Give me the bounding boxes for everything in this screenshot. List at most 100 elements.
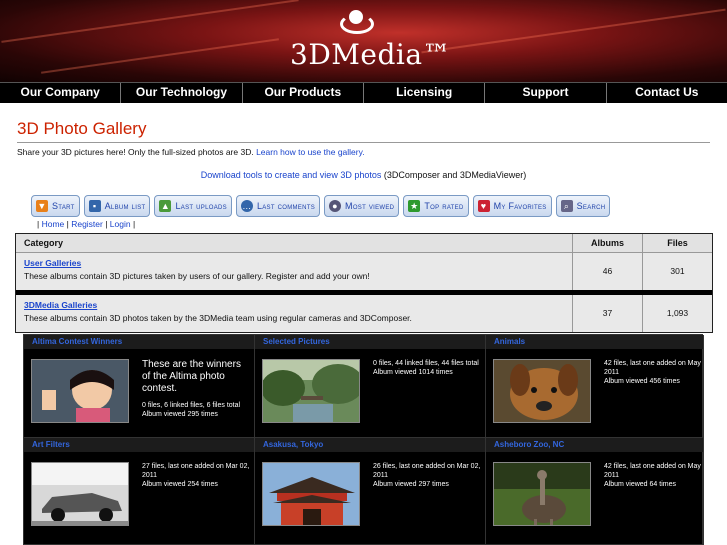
logo-text: 3DMedia™ xyxy=(290,38,452,71)
album-card: Asakusa, Tokyo 26 files, last one added … xyxy=(255,438,486,545)
album-thumbnail[interactable] xyxy=(31,359,129,423)
album-grid: Altima Contest Winners These are the win… xyxy=(23,334,704,545)
logo[interactable]: 3DMedia™ xyxy=(290,8,452,72)
register-link[interactable]: Register xyxy=(71,219,103,229)
header-banner: 3DMedia™ xyxy=(0,0,727,82)
album-views: Album viewed 456 times xyxy=(604,378,680,385)
category-files-count: 1,093 xyxy=(642,295,712,332)
search-button[interactable]: ⌕ Search xyxy=(555,195,611,217)
album-description: These are the winners of the Altima phot… xyxy=(142,359,241,394)
album-info: 42 files, last one added on May 02, 2011… xyxy=(604,462,703,489)
header-category: Category xyxy=(24,238,64,248)
album-thumbnail[interactable] xyxy=(493,359,591,423)
comment-icon: … xyxy=(240,200,253,212)
downloads-line: Download tools to create and view 3D pho… xyxy=(0,170,727,180)
category-link-3dmedia-galleries[interactable]: 3DMedia Galleries xyxy=(24,300,572,310)
category-description: These albums contain 3D pictures taken b… xyxy=(24,271,370,281)
my-favorites-button-label: My Favorites xyxy=(493,201,547,211)
album-info: 42 files, last one added on May 02, 2011… xyxy=(604,359,704,386)
album-stats: 26 files, last one added on Mar 02, 2011 xyxy=(373,463,481,479)
my-favorites-button[interactable]: ♥ My Favorites xyxy=(472,195,552,217)
album-info: 26 files, last one added on Mar 02, 2011… xyxy=(373,462,483,489)
category-link-user-galleries[interactable]: User Galleries xyxy=(24,258,572,268)
download-suffix: (3DComposer and 3DMediaViewer) xyxy=(381,170,527,180)
album-card: Selected Pictures 0 files, 44 linked fil… xyxy=(255,335,486,438)
star-icon: ★ xyxy=(408,200,421,212)
album-title-link[interactable]: Asheboro Zoo, NC xyxy=(486,438,703,452)
album-thumbnail[interactable] xyxy=(262,462,360,526)
last-uploads-button-label: Last uploads xyxy=(175,201,227,211)
most-viewed-button-label: Most viewed xyxy=(345,201,395,211)
album-views: Album viewed 254 times xyxy=(142,481,218,488)
album-list-button-label: Album list xyxy=(104,201,146,211)
album-title-link[interactable]: Selected Pictures xyxy=(255,335,485,349)
album-title-link[interactable]: Animals xyxy=(486,335,703,349)
category-files-count: 301 xyxy=(642,253,712,290)
login-link[interactable]: Login xyxy=(110,219,131,229)
learn-gallery-link[interactable]: Learn how to use the gallery. xyxy=(256,147,365,157)
child-photo-icon xyxy=(32,360,128,422)
album-thumbnail[interactable] xyxy=(262,359,360,423)
ostrich-photo-icon xyxy=(494,463,590,525)
album-stats: 0 files, 44 linked files, 44 files total xyxy=(373,360,479,367)
album-views: Album viewed 297 times xyxy=(373,481,449,488)
album-list-icon: ▪ xyxy=(88,200,101,212)
album-title-link[interactable]: Asakusa, Tokyo xyxy=(255,438,485,452)
home-link[interactable]: Home xyxy=(42,219,65,229)
intro-text-body: Share your 3D pictures here! Only the fu… xyxy=(17,147,257,157)
category-cell: User Galleries These albums contain 3D p… xyxy=(16,253,572,290)
nav-item-licensing[interactable]: Licensing xyxy=(364,83,486,103)
last-comments-button[interactable]: … Last comments xyxy=(235,195,321,217)
album-info: These are the winners of the Altima phot… xyxy=(142,359,252,419)
nav-item-contact-us[interactable]: Contact Us xyxy=(607,83,727,103)
album-thumbnail[interactable] xyxy=(493,462,591,526)
nav-item-our-technology[interactable]: Our Technology xyxy=(121,83,243,103)
intro-text: Share your 3D pictures here! Only the fu… xyxy=(17,147,365,157)
last-uploads-button[interactable]: ▲ Last uploads xyxy=(154,195,232,217)
category-row: 3DMedia Galleries These albums contain 3… xyxy=(16,295,712,332)
album-title-link[interactable]: Altima Contest Winners xyxy=(24,335,254,349)
category-albums-count: 46 xyxy=(572,253,642,290)
nav-item-our-company[interactable]: Our Company xyxy=(0,83,122,103)
album-views: Album viewed 64 times xyxy=(604,481,676,488)
category-cell: 3DMedia Galleries These albums contain 3… xyxy=(16,295,572,332)
album-card: Asheboro Zoo, NC 42 files, last one adde… xyxy=(486,438,704,545)
user-links: | Home | Register | Login | xyxy=(37,219,136,229)
upload-icon: ▲ xyxy=(159,200,172,212)
album-list-button[interactable]: ▪ Album list xyxy=(83,195,151,217)
banner-streak xyxy=(41,38,279,74)
logo-dot-icon xyxy=(349,10,363,24)
album-thumbnail[interactable] xyxy=(31,462,129,526)
page-title: 3D Photo Gallery xyxy=(17,119,147,138)
album-title-link[interactable]: Art Filters xyxy=(24,438,254,452)
album-info: 27 files, last one added on Mar 02, 2011… xyxy=(142,462,252,489)
garden-photo-icon xyxy=(263,360,359,422)
start-button-label: Start xyxy=(52,201,75,211)
album-views: Album viewed 295 times xyxy=(142,411,218,418)
header-files: Files xyxy=(642,234,712,252)
category-table: Category Albums Files User Galleries The… xyxy=(15,233,713,333)
search-icon: ⌕ xyxy=(560,200,573,212)
nav-item-our-products[interactable]: Our Products xyxy=(243,83,364,103)
album-card: Animals 42 files, last one added on May … xyxy=(486,335,704,438)
start-button[interactable]: ▼ Start xyxy=(31,195,80,217)
category-description: These albums contain 3D photos taken by … xyxy=(24,313,412,323)
category-table-header: Category Albums Files xyxy=(16,234,712,253)
eye-icon: ● xyxy=(329,200,342,212)
dog-photo-icon xyxy=(494,360,590,422)
title-divider xyxy=(17,142,710,143)
arrow-down-icon: ▼ xyxy=(36,200,48,212)
download-tools-link[interactable]: Download tools to create and view 3D pho… xyxy=(201,170,382,180)
album-stats: 42 files, last one added on May 02, 2011 xyxy=(604,360,704,376)
most-viewed-button[interactable]: ● Most viewed xyxy=(324,195,400,217)
temple-photo-icon xyxy=(263,463,359,525)
search-button-label: Search xyxy=(576,201,606,211)
album-info: 0 files, 44 linked files, 44 files total… xyxy=(373,359,483,377)
album-card: Altima Contest Winners These are the win… xyxy=(24,335,255,438)
top-rated-button-label: Top rated xyxy=(424,201,464,211)
banner-streak xyxy=(1,0,299,43)
category-row: User Galleries These albums contain 3D p… xyxy=(16,253,712,290)
nav-item-support[interactable]: Support xyxy=(485,83,607,103)
album-card: Art Filters 27 files, last one added on … xyxy=(24,438,255,545)
top-rated-button[interactable]: ★ Top rated xyxy=(403,195,469,217)
